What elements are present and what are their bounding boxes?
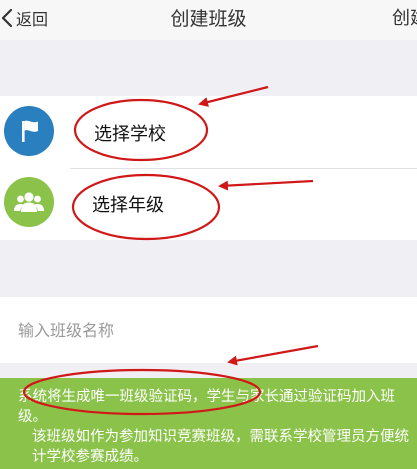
- notice-banner: 系统将生成唯一班级验证码，学生与家长通过验证码加入班级。 该班级如作为参加知识竞…: [0, 378, 417, 469]
- navigation-bar: 返回 创建班级 创建: [0, 0, 417, 40]
- page-title: 创建班级: [170, 8, 247, 30]
- flag-icon: [4, 106, 54, 156]
- select-school-label: 选择学校: [94, 124, 166, 145]
- class-name-input[interactable]: [18, 316, 398, 344]
- people-icon: [4, 177, 54, 227]
- notice-paragraph-1: 系统将生成唯一班级验证码，学生与家长通过验证码加入班级。: [18, 389, 395, 425]
- notice-paragraph-2: 该班级如作为参加知识竞赛班级，需联系学校管理员方便统计学校参赛成绩。: [32, 429, 409, 465]
- create-button[interactable]: 创建: [392, 4, 417, 30]
- select-school-row[interactable]: 选择学校: [0, 98, 417, 168]
- select-grade-row[interactable]: 选择年级: [0, 169, 417, 239]
- select-grade-label: 选择年级: [92, 195, 164, 216]
- selection-card: 选择学校 选择年级: [0, 96, 417, 240]
